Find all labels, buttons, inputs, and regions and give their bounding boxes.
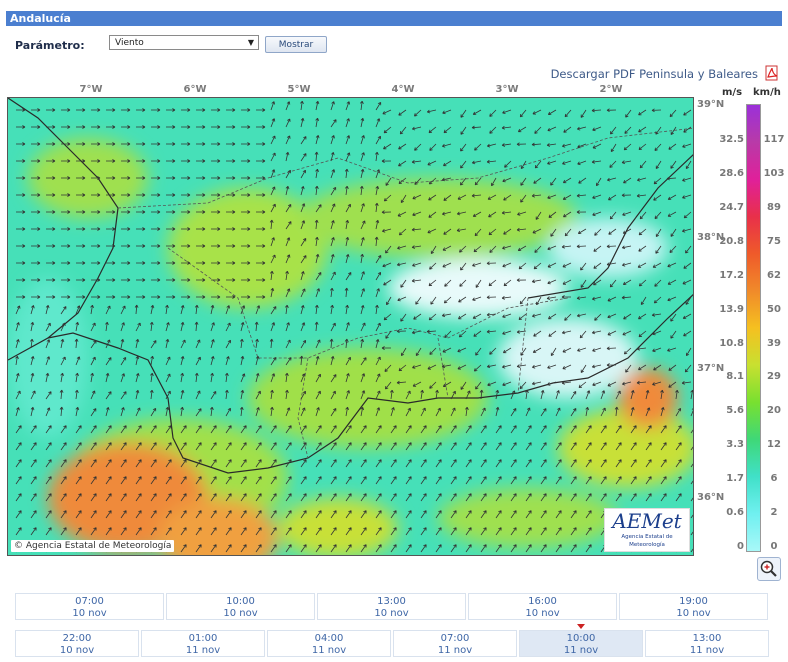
time-slot-time: 10:00 — [566, 633, 596, 644]
legend-ms-value: 0 — [737, 541, 744, 552]
copyright-notice: © Agencia Estatal de Meteorología — [11, 540, 175, 552]
time-slot-date: 11 nov — [311, 645, 347, 656]
legend-ms-value: 24.7 — [719, 201, 744, 213]
zoom-button[interactable] — [757, 557, 781, 581]
legend-kmh-value: 89 — [767, 201, 781, 213]
pdf-icon[interactable] — [764, 65, 780, 81]
time-slot[interactable]: 07:00 10 nov — [15, 593, 164, 620]
time-slot-date: 10 nov — [676, 608, 711, 619]
legend-kmh-value: 103 — [763, 167, 785, 179]
time-slot-date: 10 nov — [223, 608, 258, 619]
parameter-select-value: Viento — [115, 38, 144, 48]
legend-ms-value: 10.8 — [719, 337, 744, 349]
legend-kmh-value: 20 — [767, 405, 781, 417]
lat-label: 36°N — [697, 492, 725, 503]
time-slot-date: 11 nov — [689, 645, 725, 656]
legend-kmh-value: 2 — [770, 507, 778, 519]
time-slot-time: 01:00 — [188, 633, 218, 644]
time-slot-date: 10 nov — [374, 608, 409, 619]
lon-label: 7°W — [79, 84, 103, 95]
time-slot[interactable]: 16:00 10 nov — [468, 593, 617, 620]
legend-ms-value: 28.6 — [719, 167, 744, 179]
parameter-select[interactable]: Viento ▼ — [109, 35, 259, 50]
time-slot-time: 07:00 — [440, 633, 470, 644]
time-slot-time: 19:00 — [679, 596, 708, 607]
time-slot-time: 10:00 — [226, 596, 255, 607]
time-slot[interactable]: 10:00 10 nov — [166, 593, 315, 620]
legend-ms-value: 0.6 — [726, 507, 744, 519]
lon-label: 6°W — [183, 84, 207, 95]
time-slot-time: 22:00 — [62, 633, 92, 644]
parameter-label: Parámetro: — [15, 39, 85, 52]
download-pdf-link[interactable]: Descargar PDF Peninsula y Baleares — [551, 67, 758, 81]
time-slot-active[interactable]: 10:00 11 nov — [519, 630, 643, 657]
legend-ms-value: 5.6 — [726, 405, 744, 417]
legend-kmh-value: 50 — [767, 303, 781, 315]
time-slot-time: 16:00 — [528, 596, 557, 607]
legend-kmh-value: 12 — [767, 439, 781, 451]
legend-kmh-value: 6 — [770, 473, 778, 485]
color-scale-bar — [746, 104, 761, 552]
time-slot[interactable]: 07:00 11 nov — [393, 630, 517, 657]
time-slot[interactable]: 04:00 11 nov — [267, 630, 391, 657]
legend-kmh-value: 117 — [763, 134, 785, 145]
time-slot-date: 11 nov — [185, 645, 221, 656]
legend-ms-value: 20.8 — [719, 235, 744, 247]
time-slot-date: 10 nov — [72, 608, 107, 619]
lon-label: 4°W — [391, 84, 415, 95]
legend-ms-value: 13.9 — [719, 303, 744, 315]
time-slot[interactable]: 13:00 11 nov — [645, 630, 769, 657]
wind-map-canvas — [8, 98, 693, 555]
time-slot[interactable]: 01:00 11 nov — [141, 630, 265, 657]
legend-kmh-value: 29 — [767, 371, 781, 383]
unit-kmh-label: km/h — [753, 87, 781, 98]
legend-kmh-value: 0 — [770, 541, 778, 552]
aemet-logo: AEMet Agencia Estatal de Meteorología — [604, 508, 690, 552]
unit-ms-label: m/s — [722, 87, 743, 98]
time-slot-time: 07:00 — [75, 596, 104, 607]
region-title: Andalucía — [10, 12, 71, 25]
time-slot[interactable]: 19:00 10 nov — [619, 593, 768, 620]
time-slot-time: 13:00 — [377, 596, 406, 607]
logo-text: AEMet — [612, 509, 682, 533]
time-slot[interactable]: 13:00 10 nov — [317, 593, 466, 620]
time-slot[interactable]: 22:00 10 nov — [15, 630, 139, 657]
time-slot-time: 04:00 — [314, 633, 344, 644]
time-slot-date: 11 nov — [563, 645, 599, 656]
time-slot-time: 13:00 — [692, 633, 722, 644]
legend-ms-value: 17.2 — [719, 269, 744, 281]
region-title-bar: Andalucía — [6, 11, 782, 26]
lon-label: 5°W — [287, 84, 311, 95]
wind-map[interactable]: © Agencia Estatal de Meteorología AEMet … — [7, 97, 694, 556]
legend-kmh-value: 39 — [767, 337, 781, 349]
lat-label: 39°N — [697, 99, 725, 110]
legend-ms-value: 1.7 — [726, 473, 744, 485]
magnifier-icon — [760, 560, 777, 577]
legend-ms-value: 32.5 — [719, 134, 744, 145]
copyright-text: Agencia Estatal de Meteorología — [25, 541, 172, 551]
lon-label: 2°W — [599, 84, 623, 95]
legend-kmh-value: 62 — [767, 269, 781, 281]
legend-ms-value: 8.1 — [726, 371, 744, 383]
current-time-marker — [577, 624, 585, 629]
legend-kmh-value: 75 — [767, 235, 781, 247]
dropdown-arrow-icon: ▼ — [247, 38, 254, 47]
time-slot-date: 10 nov — [59, 645, 95, 656]
lon-label: 3°W — [495, 84, 519, 95]
time-slot-date: 11 nov — [437, 645, 473, 656]
legend-ms-value: 3.3 — [726, 439, 744, 451]
time-slot-date: 10 nov — [525, 608, 560, 619]
show-button[interactable]: Mostrar — [265, 36, 327, 53]
logo-subtitle: Agencia Estatal de Meteorología — [621, 534, 673, 548]
